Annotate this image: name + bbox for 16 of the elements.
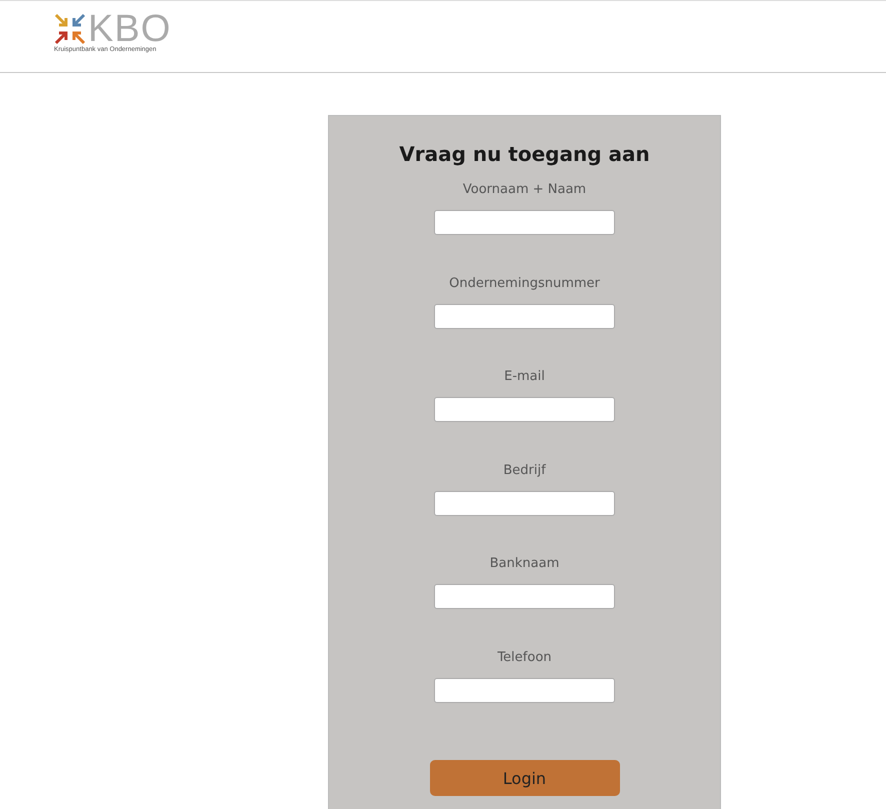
field-label: Banknaam [490, 556, 560, 571]
logo-wordmark: KBO [88, 13, 172, 45]
login-button[interactable]: Login [430, 760, 620, 796]
form-title: Vraag nu toegang aan [399, 142, 650, 166]
field-label: Telefoon [497, 650, 552, 664]
input-field[interactable] [434, 304, 615, 328]
field-label: E-mail [504, 369, 545, 384]
input-field[interactable] [434, 210, 615, 235]
field-label: Bedrijf [503, 462, 546, 478]
field-label: Ondernemingsnummer [449, 276, 600, 290]
input-field[interactable] [434, 584, 615, 609]
input-field[interactable] [434, 397, 615, 422]
input-field[interactable] [434, 678, 615, 702]
field-label: Voornaam + Naam [462, 182, 586, 197]
input-field[interactable] [434, 490, 615, 516]
logo-arrows-icon [54, 13, 86, 45]
